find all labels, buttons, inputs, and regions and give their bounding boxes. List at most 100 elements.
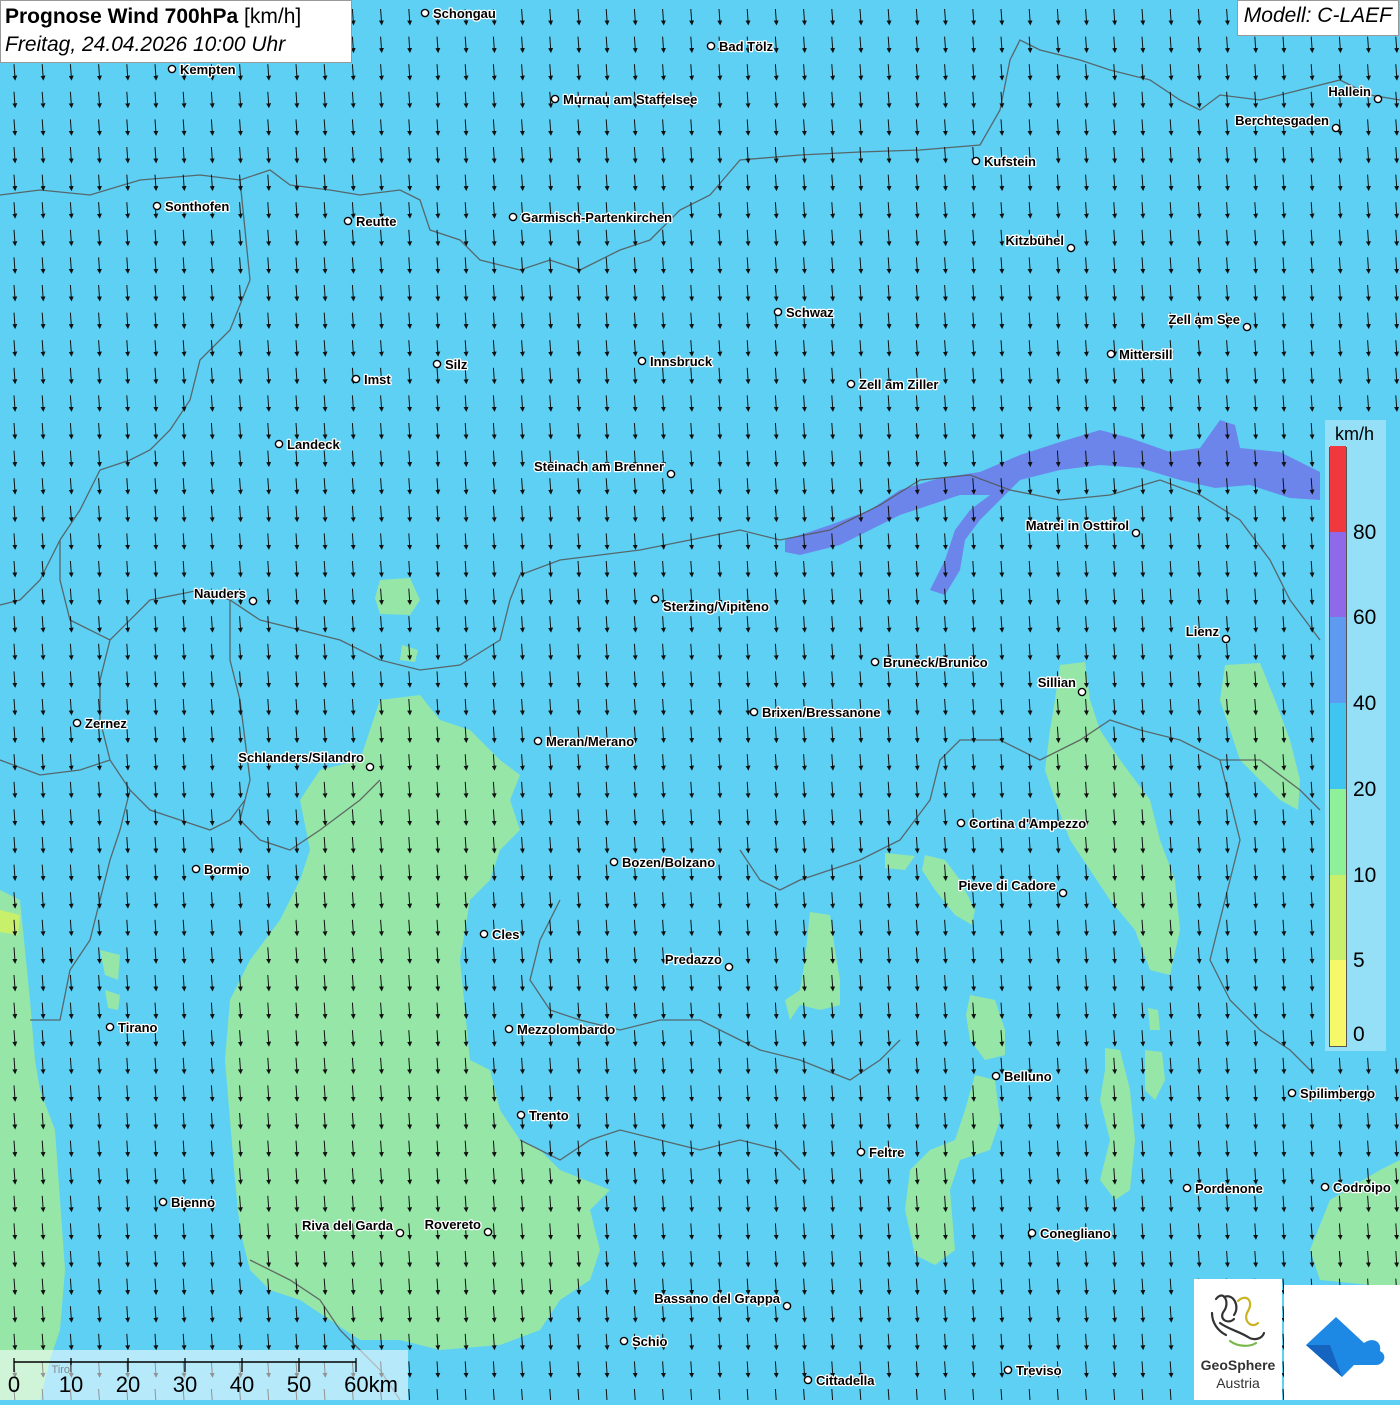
city-label: Bassano del Grappa — [654, 1291, 780, 1306]
city-label: Murnau am Staffelsee — [563, 92, 697, 107]
city-dot[interactable] — [650, 594, 660, 604]
city-label: Nauders — [194, 586, 246, 601]
city-dot[interactable] — [1373, 94, 1383, 104]
city-dot[interactable] — [508, 212, 518, 222]
city-label: Schwaz — [786, 305, 834, 320]
city-marker[interactable]: Mezzolombardo — [504, 1021, 617, 1038]
city-dot[interactable] — [1131, 528, 1141, 538]
city-marker[interactable]: Conegliano — [1027, 1225, 1112, 1242]
city-marker[interactable]: Zell am Ziller — [846, 376, 940, 393]
city-dot[interactable] — [1320, 1182, 1330, 1192]
city-marker[interactable]: Bozen/Bolzano — [609, 854, 716, 871]
city-dot[interactable] — [749, 707, 759, 717]
city-marker[interactable]: Bruneck/Brunico — [870, 654, 989, 671]
city-dot[interactable] — [343, 216, 353, 226]
city-dot[interactable] — [395, 1228, 405, 1238]
city-dot[interactable] — [1027, 1228, 1037, 1238]
city-dot[interactable] — [956, 818, 966, 828]
city-dot[interactable] — [870, 657, 880, 667]
city-dot[interactable] — [365, 762, 375, 772]
city-dot[interactable] — [846, 379, 856, 389]
city-label: Imst — [364, 372, 391, 387]
city-marker[interactable]: Murnau am Staffelsee — [550, 91, 699, 108]
city-dot[interactable] — [105, 1022, 115, 1032]
wind-map[interactable]: Schongau Bad Tölz Kempten Murnau am Staffel… — [0, 0, 1400, 1400]
city-dot[interactable] — [1242, 322, 1252, 332]
city-dot[interactable] — [666, 469, 676, 479]
city-label: Sillian — [1038, 675, 1076, 690]
city-marker[interactable]: Garmisch-Partenkirchen — [508, 209, 673, 226]
city-dot[interactable] — [1077, 687, 1087, 697]
city-label: Reutte — [356, 214, 396, 229]
city-label: Trento — [529, 1108, 569, 1123]
city-label: Cles — [492, 927, 519, 942]
legend-label: 80 — [1353, 520, 1377, 544]
city-marker[interactable]: Schongau — [420, 5, 497, 22]
city-dot[interactable] — [483, 1227, 493, 1237]
city-dot[interactable] — [782, 1301, 792, 1311]
city-label: Brixen/Bressanone — [762, 705, 881, 720]
city-dot[interactable] — [803, 1375, 813, 1385]
scale-label: 10 — [58, 1372, 84, 1397]
legend-bin — [1330, 703, 1346, 789]
city-dot[interactable] — [1182, 1183, 1192, 1193]
city-dot[interactable] — [856, 1147, 866, 1157]
city-dot[interactable] — [191, 864, 201, 874]
city-dot[interactable] — [706, 41, 716, 51]
city-dot[interactable] — [773, 307, 783, 317]
city-label: Conegliano — [1040, 1226, 1111, 1241]
legend-bin — [1330, 788, 1346, 875]
city-dot[interactable] — [550, 94, 560, 104]
city-dot[interactable] — [167, 64, 177, 74]
city-marker[interactable]: Cittadella — [803, 1372, 877, 1389]
city-dot[interactable] — [158, 1197, 168, 1207]
city-label: Matrei in Osttirol — [1026, 518, 1129, 533]
forecast-datetime: Freitag, 24.04.2026 10:00 Uhr — [5, 33, 286, 56]
city-dot[interactable] — [1331, 123, 1341, 133]
city-marker[interactable]: Sterzing/Vipiteno — [650, 594, 770, 615]
cloud-logo — [1284, 1285, 1400, 1400]
city-label: Pieve di Cadore — [958, 878, 1056, 893]
city-dot[interactable] — [432, 359, 442, 369]
city-marker[interactable]: Sonthofen — [152, 198, 231, 215]
city-dot[interactable] — [248, 596, 258, 606]
city-marker[interactable]: Spilimbergo — [1287, 1085, 1376, 1102]
city-marker[interactable]: Innsbruck — [637, 353, 714, 370]
city-dot[interactable] — [274, 439, 284, 449]
city-dot[interactable] — [504, 1024, 514, 1034]
city-dot[interactable] — [152, 201, 162, 211]
geosphere-sub: Austria — [1216, 1375, 1260, 1391]
legend-bin — [1330, 960, 1346, 1046]
city-dot[interactable] — [351, 374, 361, 384]
legend-label: 0 — [1353, 1023, 1365, 1046]
city-dot[interactable] — [991, 1071, 1001, 1081]
city-dot[interactable] — [609, 857, 619, 867]
city-dot[interactable] — [516, 1110, 526, 1120]
city-dot[interactable] — [1058, 888, 1068, 898]
city-dot[interactable] — [72, 718, 82, 728]
city-dot[interactable] — [619, 1336, 629, 1346]
legend-unit: km/h — [1335, 424, 1375, 444]
city-dot[interactable] — [1221, 634, 1231, 644]
city-dot[interactable] — [724, 962, 734, 972]
city-marker[interactable]: Cortina d'Ampezzo — [956, 815, 1088, 832]
scale-label: 40 — [229, 1372, 255, 1397]
city-label: Kitzbühel — [1006, 233, 1065, 248]
city-marker[interactable]: Brixen/Bressanone — [749, 704, 882, 721]
city-dot[interactable] — [479, 929, 489, 939]
city-dot[interactable] — [533, 736, 543, 746]
city-dot[interactable] — [1003, 1365, 1013, 1375]
model-label: Modell: C-LAEF — [1236, 0, 1399, 36]
city-dot[interactable] — [637, 356, 647, 366]
city-label: Schio — [632, 1334, 667, 1349]
city-marker[interactable]: Pordenone — [1182, 1180, 1264, 1197]
city-dot[interactable] — [1066, 243, 1076, 253]
city-dot[interactable] — [1287, 1088, 1297, 1098]
city-label: Sonthofen — [165, 199, 229, 214]
city-dot[interactable] — [1106, 349, 1116, 359]
scale-bar: Tirol 0 10 20 30 40 50 60km — [0, 1350, 408, 1400]
city-dot[interactable] — [971, 156, 981, 166]
city-marker[interactable]: Meran/Merano — [533, 733, 635, 750]
city-dot[interactable] — [420, 8, 430, 18]
city-label: Treviso — [1016, 1363, 1062, 1378]
